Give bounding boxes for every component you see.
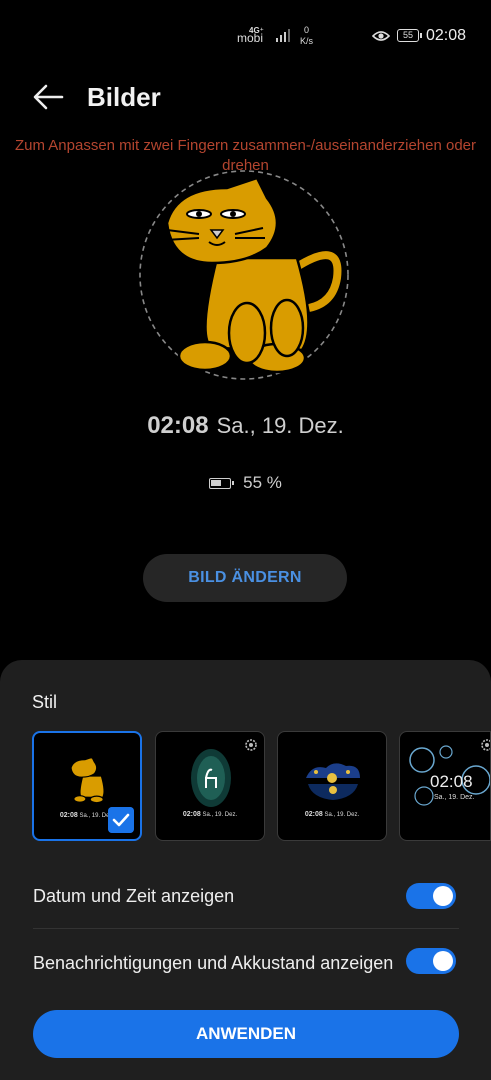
show-date-time-toggle[interactable]: [406, 883, 456, 909]
battery-icon: 55: [397, 29, 422, 42]
status-time: 02:08: [426, 27, 467, 44]
show-date-time-label: Datum und Zeit anzeigen: [33, 886, 235, 906]
preview-clock: 02:08 Sa., 19. Dez.: [0, 412, 491, 440]
preview-battery: 55 %: [0, 473, 491, 493]
page-title: Bilder: [87, 82, 161, 112]
check-icon: [108, 807, 134, 833]
thumb-time: 02:08: [59, 812, 78, 819]
toggle-knob: [433, 951, 453, 971]
status-bar: mobi 4G⁺ 0 K/s 55 02:08: [0, 0, 491, 72]
eye-comfort-icon: [372, 31, 390, 41]
thumb-caption: 02:08 Sa., 19. Dez.: [156, 811, 264, 818]
thumb-time: 02:08: [182, 811, 201, 818]
thumb-date: Sa., 19. Dez.: [202, 812, 238, 818]
battery-icon: [209, 478, 235, 490]
change-image-button[interactable]: BILD ÄNDERN: [143, 554, 347, 602]
back-arrow-icon[interactable]: [30, 80, 66, 114]
style-thumb-cat[interactable]: 02:08 Sa., 19. Dez.: [32, 731, 142, 841]
thumb-date: Sa., 19. Dez.: [434, 794, 475, 801]
thumb-date: Sa., 19. Dez.: [324, 812, 360, 818]
signal-icon: [276, 29, 290, 42]
forest-deer-thumb-image: [191, 749, 231, 807]
style-thumb-bubbles[interactable]: 02:08 Sa., 19. Dez.: [399, 731, 491, 841]
preview-time: 02:08: [147, 412, 209, 439]
divider: [33, 928, 459, 929]
cat-image-preview[interactable]: [137, 168, 351, 382]
speed-value: 0: [304, 25, 310, 35]
speed-unit: K/s: [300, 36, 314, 46]
network-speed: 0 K/s: [300, 25, 313, 47]
thumb-time: 02:08: [304, 811, 323, 818]
style-thumb-forest-deer[interactable]: 02:08 Sa., 19. Dez.: [155, 731, 265, 841]
starry-night-thumb-image: [306, 763, 360, 800]
cat-thumb-image: [70, 756, 105, 804]
apply-button[interactable]: ANWENDEN: [33, 1010, 459, 1058]
network-type: 4G⁺: [249, 26, 264, 35]
show-notifications-toggle[interactable]: [406, 948, 456, 974]
thumb-caption: 02:08 Sa., 19. Dez.: [278, 811, 386, 818]
style-thumb-starry-night[interactable]: 02:08 Sa., 19. Dez.: [277, 731, 387, 841]
settings-icon: [481, 739, 490, 751]
thumb-clock-time: 02:08: [430, 772, 473, 791]
preview-date: Sa., 19. Dez.: [216, 413, 344, 438]
style-heading: Stil: [32, 692, 58, 712]
toggle-knob: [433, 886, 453, 906]
show-notifications-label: Benachrichtigungen und Akkustand anzeige…: [33, 953, 394, 973]
preview-battery-value: 55 %: [243, 473, 282, 492]
settings-icon: [245, 739, 257, 751]
